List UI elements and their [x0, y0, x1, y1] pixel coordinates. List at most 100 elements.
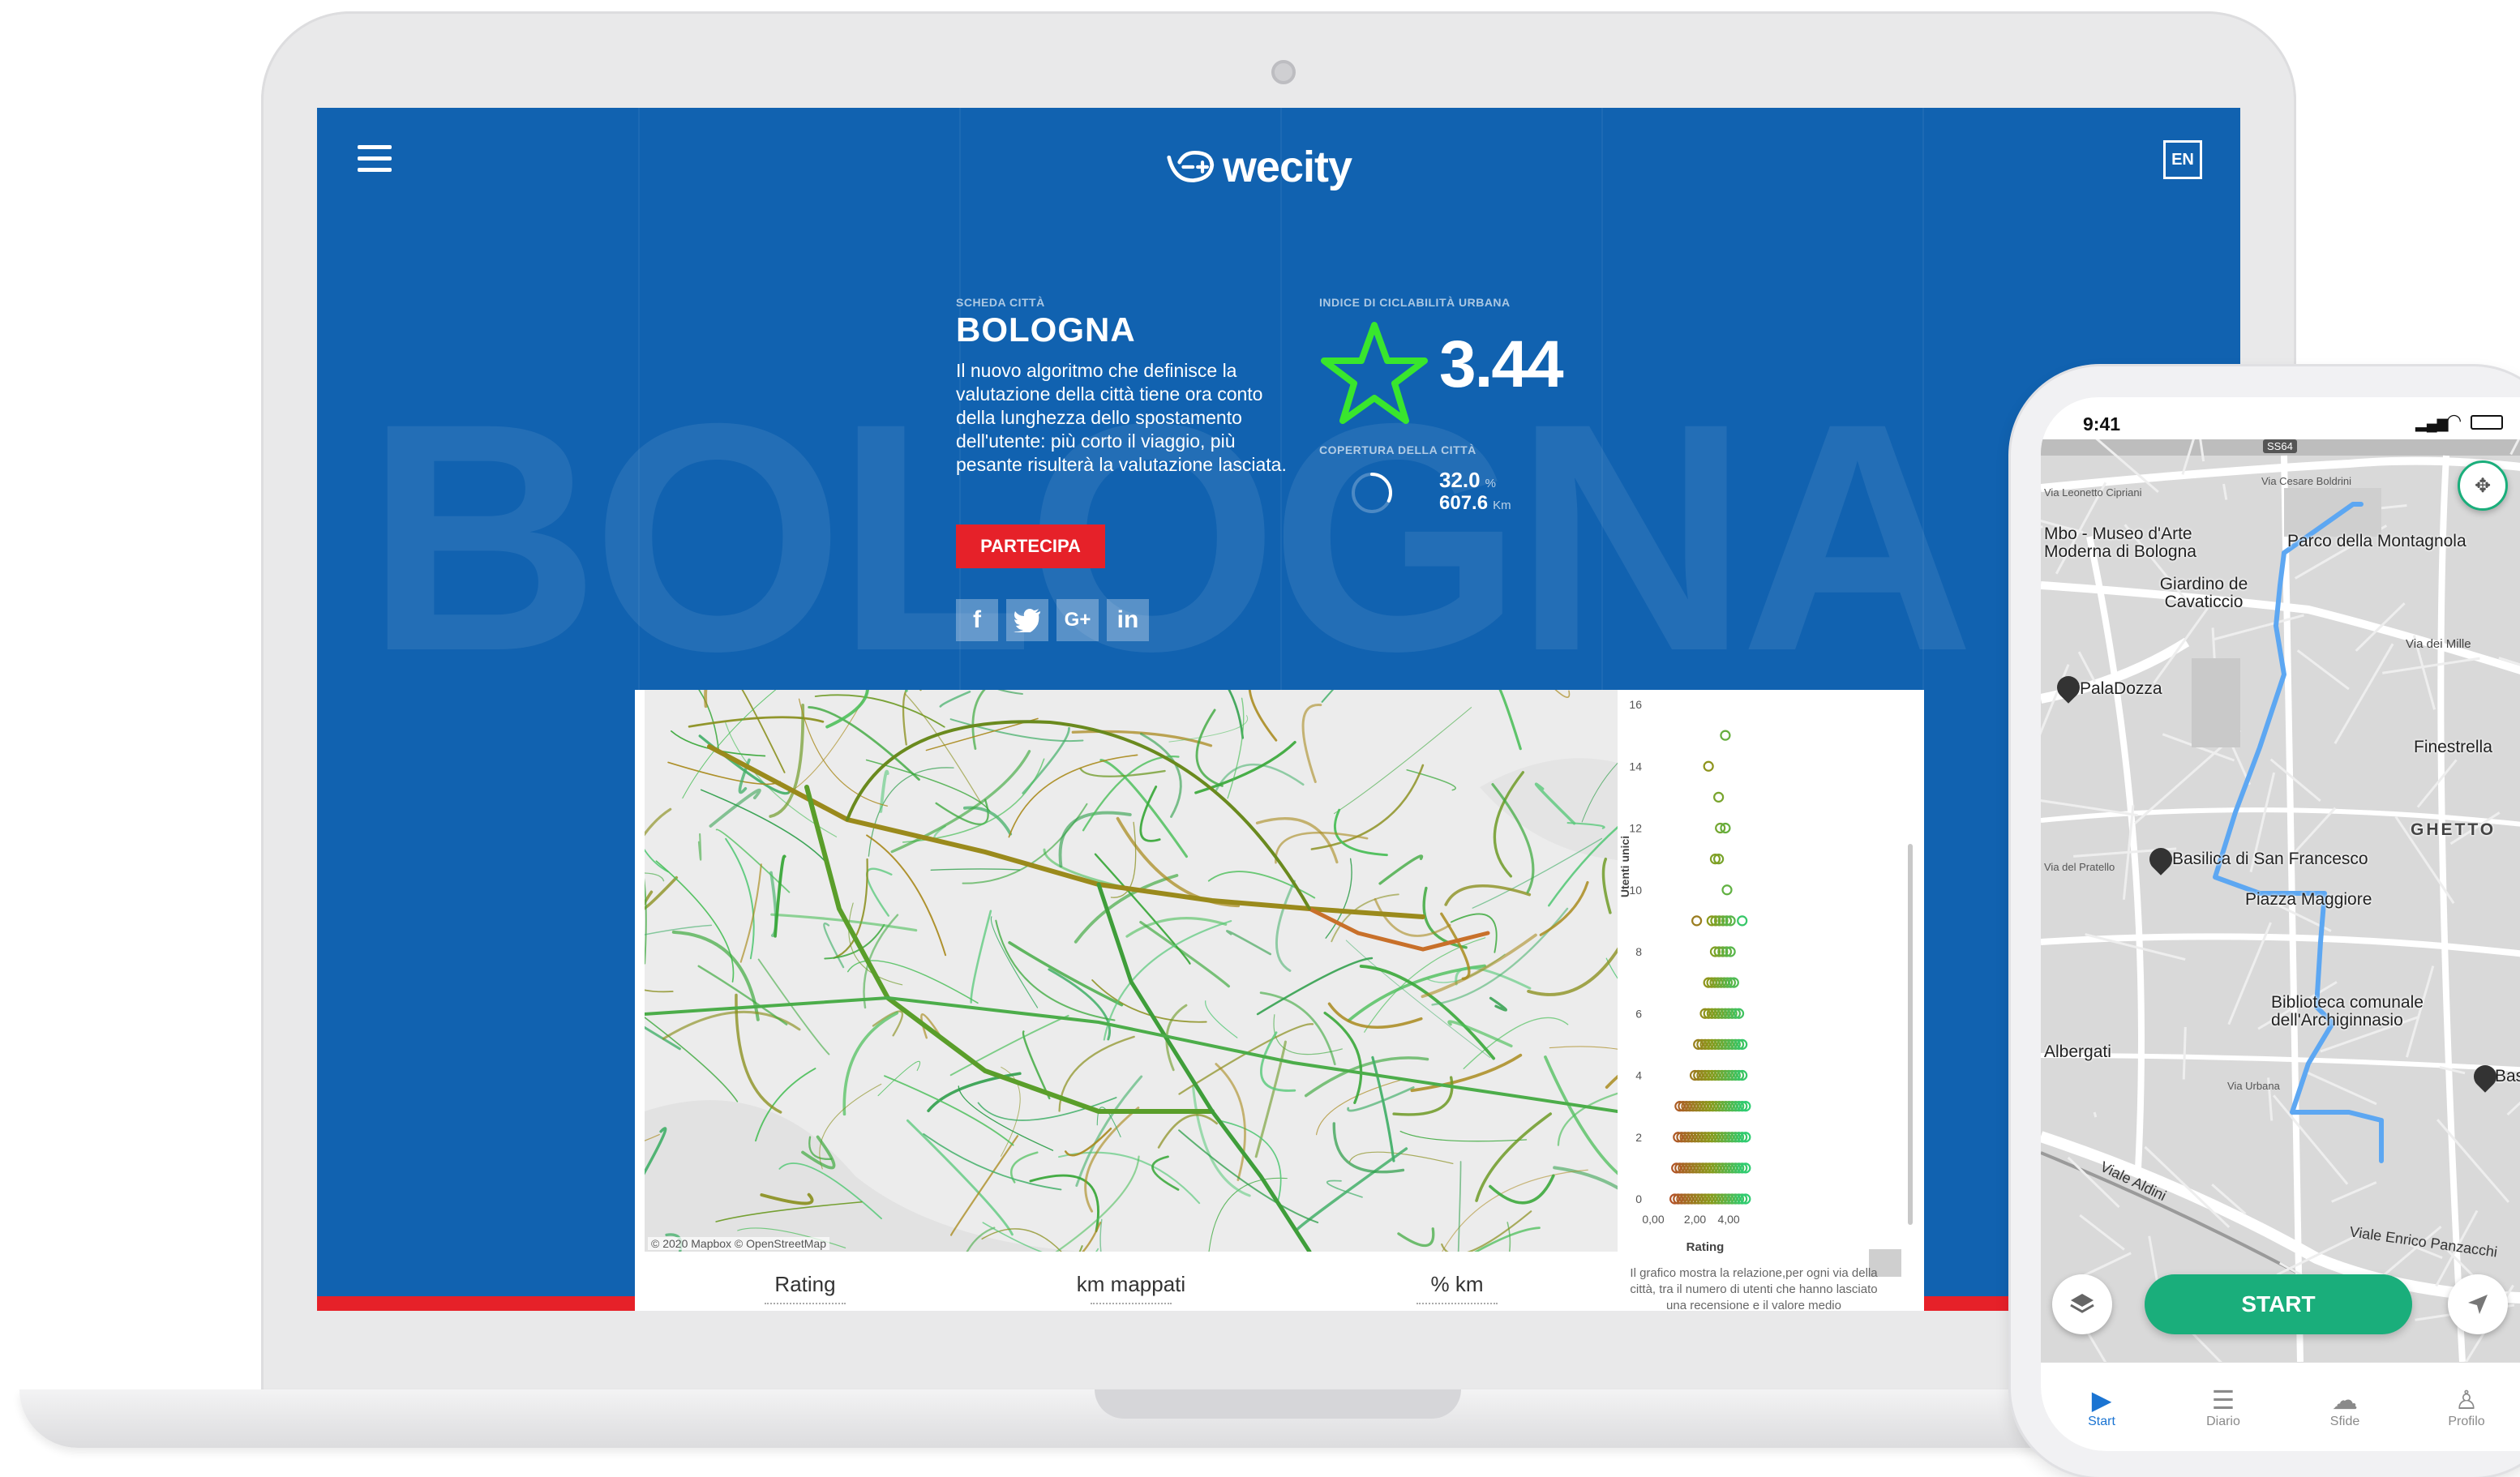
street-label: Via dei Mille	[2406, 637, 2471, 651]
navigation-arrow-icon	[2468, 1295, 2488, 1314]
scatter-point	[1721, 884, 1733, 896]
twitter-icon[interactable]	[1006, 599, 1048, 641]
phone-map[interactable]: SS64 Mbo - Museo d'Arte Moderna di Bolog…	[2041, 439, 2520, 1362]
y-tick-label: 16	[1629, 698, 1642, 711]
y-tick-label: 12	[1629, 822, 1642, 835]
laptop-camera	[1271, 60, 1296, 84]
coverage-km-row: 607.6 Km	[1439, 492, 1511, 515]
x-tick-label: 0,00	[1642, 1213, 1664, 1226]
street-label: Via Urbana	[2227, 1080, 2280, 1092]
coverage-km: 607.6	[1439, 492, 1489, 514]
coverage-label: COPERTURA DELLA CITTÀ	[1319, 443, 1476, 456]
twitter-bird-icon	[1014, 609, 1040, 632]
map-attribution: © 2020 Mapbox © OpenStreetMap	[648, 1237, 829, 1250]
scatter-chart: 02468101214160,00 2,00 4,00RatingUtenti un…	[1619, 698, 1751, 1254]
linkedin-icon[interactable]: in	[1107, 599, 1149, 641]
tab-label: Start	[2088, 1415, 2115, 1428]
tab-label: Profilo	[2448, 1415, 2485, 1428]
tab-start[interactable]: ▶ Start	[2041, 1363, 2162, 1451]
partecipa-button[interactable]: PARTECIPA	[956, 524, 1105, 568]
stat-km-underline	[1091, 1303, 1172, 1304]
logo-text: wecity	[1222, 143, 1352, 191]
language-button[interactable]: EN	[2163, 140, 2202, 179]
coverage-percent: 32.0	[1439, 468, 1481, 492]
compass-icon[interactable]: ✥	[2458, 460, 2508, 511]
cyclability-score: 3.44	[1439, 328, 1564, 401]
phone-status-bar: 9:41 ▂▄▆ ◠	[2041, 397, 2520, 439]
coverage-ring	[1352, 473, 1392, 513]
x-tick-label: 4,00	[1717, 1213, 1739, 1226]
tab-sfide[interactable]: ☁ Sfide	[2284, 1363, 2406, 1451]
city-name: BOLOGNA	[956, 310, 1136, 349]
scatter-point	[1703, 760, 1714, 772]
y-tick-label: 14	[1629, 760, 1642, 773]
signal-icon: ▂▄▆	[2415, 415, 2449, 431]
coverage-percent-unit: %	[1485, 477, 1496, 490]
phone-tab-bar: ▶ Start ☰ Diario ☁ Sfide ♙ Profilo	[2041, 1362, 2520, 1451]
laptop-base	[19, 1389, 2128, 1448]
city-bike-map[interactable]: © 2020 Mapbox © OpenStreetMap	[645, 690, 1618, 1252]
y-tick-label: 8	[1635, 945, 1642, 958]
wifi-icon: ◠	[2446, 410, 2462, 430]
coverage-km-unit: Km	[1493, 499, 1511, 512]
play-circle-icon: ▶	[2091, 1385, 2112, 1415]
tab-label: Diario	[2206, 1415, 2240, 1428]
wecity-logo-icon	[1167, 150, 1215, 182]
street-label: Via Cesare Boldrini	[2261, 475, 2352, 487]
scatter-point	[1737, 915, 1748, 927]
road-badge: SS64	[2263, 439, 2297, 453]
poi-basilica[interactable]: Basilica	[2495, 1067, 2520, 1086]
street-label: Via Leonetto Cipriani	[2044, 486, 2142, 499]
street-label: Via del Pratello	[2044, 861, 2115, 873]
scatter-point	[1713, 791, 1725, 803]
poi-giardino[interactable]: Giardino de Cavaticcio	[2151, 576, 2256, 611]
poi-finestrella[interactable]: Finestrella	[2414, 738, 2492, 757]
poi-albergati[interactable]: Albergati	[2044, 1042, 2111, 1062]
y-tick-label: 0	[1635, 1192, 1642, 1205]
locate-button[interactable]	[2448, 1274, 2508, 1334]
status-time: 9:41	[2083, 413, 2121, 435]
list-icon: ☰	[2211, 1385, 2235, 1415]
index-label: INDICE DI CICLABILITÀ URBANA	[1319, 296, 1511, 309]
coverage-percent-row: 32.0%	[1439, 468, 1496, 493]
poi-piazza-maggiore[interactable]: Piazza Maggiore	[2245, 890, 2372, 910]
google-plus-icon[interactable]: G+	[1056, 599, 1099, 641]
tab-diario[interactable]: ☰ Diario	[2162, 1363, 2284, 1451]
map-card: © 2020 Mapbox © OpenStreetMap 0 2 4 6 8 10 12 1…	[635, 690, 1924, 1311]
stat-rating-underline	[765, 1303, 846, 1304]
stat-percent-km: % km	[1430, 1272, 1484, 1296]
cloud-icon: ☁	[2332, 1385, 2358, 1415]
phone-screen: 9:41 ▂▄▆ ◠ SS64 Mbo - Museo d'Arte Moder…	[2041, 397, 2520, 1451]
stat-km-mappati: km mappati	[1076, 1272, 1186, 1296]
y-tick-label: 2	[1635, 1131, 1642, 1144]
poi-basilica-san-francesco[interactable]: Basilica di San Francesco	[2172, 850, 2368, 869]
layers-icon	[2070, 1294, 2094, 1313]
stat-rating: Rating	[774, 1272, 836, 1296]
phone-minor-street	[2182, 1026, 2187, 1080]
poi-parco-montagnola[interactable]: Parco della Montagnola	[2287, 532, 2466, 551]
scatter-point	[1720, 730, 1731, 741]
laptop-notch	[1095, 1389, 1461, 1419]
tab-label: Sfide	[2329, 1415, 2360, 1428]
chart-caption: Il grafico mostra la relazione,per ogni …	[1630, 1266, 1878, 1311]
city-description: Il nuovo algoritmo che definisce la valu…	[956, 360, 1287, 475]
tab-profilo[interactable]: ♙ Profilo	[2406, 1363, 2520, 1451]
start-button[interactable]: START	[2145, 1274, 2412, 1334]
poi-museum[interactable]: Mbo - Museo d'Arte Moderna di Bologna	[2044, 525, 2231, 561]
poi-biblioteca[interactable]: Biblioteca comunale dell'Archiginnasio	[2271, 994, 2433, 1030]
layers-button[interactable]	[2052, 1274, 2112, 1334]
y-tick-label: 4	[1635, 1069, 1642, 1082]
laptop-screen: BOLOGNA wecity EN SCHEDA CITTÀ BOLOGNA I…	[317, 108, 2240, 1311]
x-tick-label: 2,00	[1684, 1213, 1706, 1226]
facebook-icon[interactable]: f	[956, 599, 998, 641]
user-icon: ♙	[2454, 1385, 2479, 1415]
chart-scrollbar[interactable]	[1908, 844, 1913, 1225]
wecity-logo[interactable]: wecity	[1165, 131, 1352, 203]
poi-paladozza[interactable]: PalaDozza	[2080, 679, 2162, 699]
battery-icon	[2471, 415, 2503, 430]
city-section-label: SCHEDA CITTÀ	[956, 296, 1045, 309]
star-icon	[1321, 322, 1428, 424]
stat-percent-underline	[1416, 1303, 1498, 1304]
menu-icon[interactable]	[358, 145, 392, 173]
phone-minor-street	[2093, 1111, 2098, 1118]
